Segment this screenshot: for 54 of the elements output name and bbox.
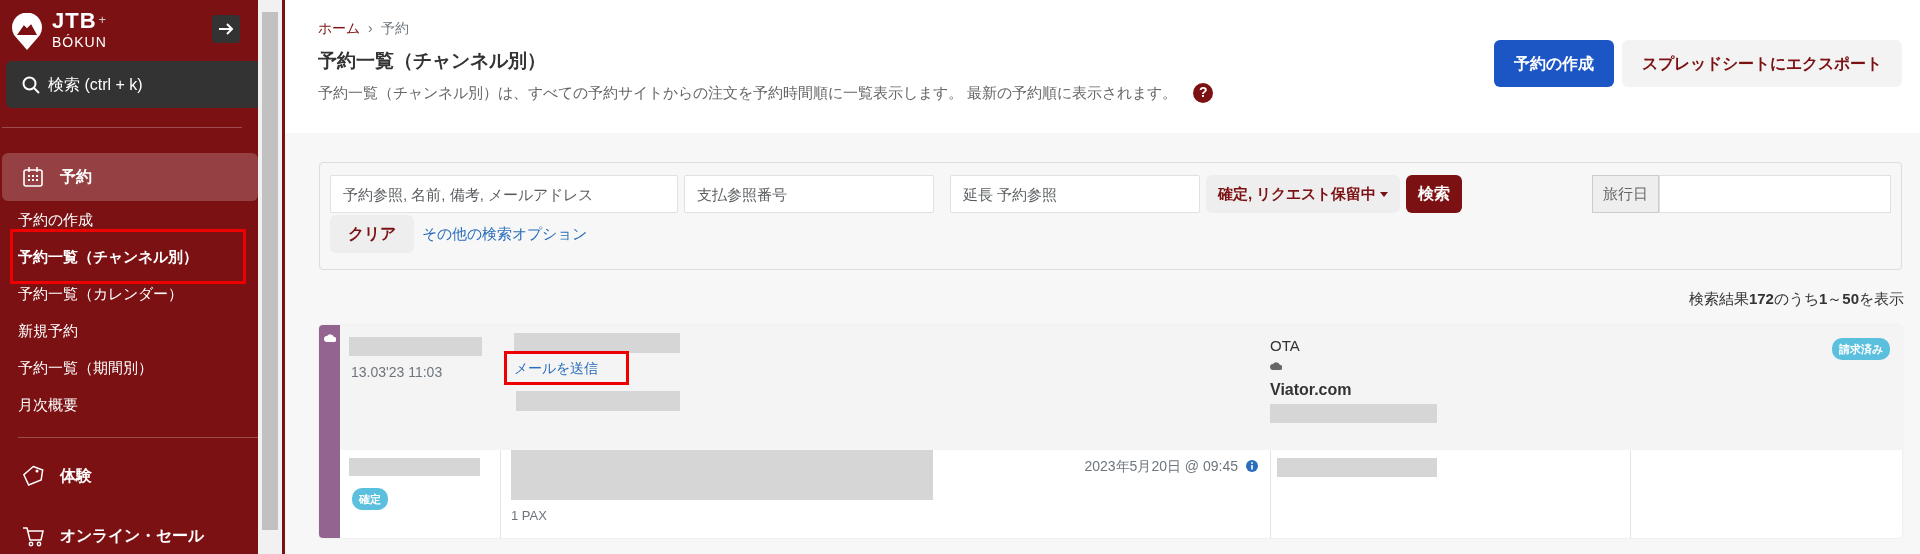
sidebar-group[interactable]: 体験 (2, 452, 258, 500)
send-mail-link[interactable]: メールを送信 (514, 359, 598, 376)
date-label: 旅行日 (1592, 175, 1659, 213)
sidebar-item[interactable]: 月次概要 (2, 386, 258, 423)
cart-icon (22, 525, 44, 547)
sidebar-group[interactable]: オンライン・セール (2, 512, 258, 554)
sidebar-item[interactable]: 新規予約 (2, 312, 258, 349)
payment-badge: 請求済み (1832, 337, 1890, 360)
breadcrumb-separator: › (368, 19, 373, 38)
info-icon (1246, 460, 1258, 472)
search-label: 検索 (ctrl + k) (48, 74, 143, 95)
calendar-icon (22, 166, 44, 188)
cloud-icon (323, 332, 336, 342)
status-dropdown[interactable]: 確定, リクエスト保留中 (1206, 175, 1401, 213)
logo-subtitle: BÓKUN (52, 33, 107, 52)
clear-button[interactable]: クリア (330, 215, 414, 253)
mountain-logo-icon (10, 12, 44, 51)
booking-date: 2023年5月20日 @ 09:45 (1084, 456, 1238, 476)
collapse-button[interactable] (212, 15, 240, 43)
group-label: オンライン・セール (60, 526, 204, 546)
group-label: 体験 (60, 466, 92, 486)
sidebar-item[interactable]: 予約一覧（カレンダー） (2, 275, 258, 312)
search-icon (22, 75, 40, 94)
search-input[interactable]: 支払参照番号 (684, 175, 934, 213)
group-label: 予約 (60, 167, 92, 187)
search-field[interactable]: 検索 (ctrl + k) (6, 61, 258, 108)
sidebar-item[interactable]: 予約の作成 (2, 201, 258, 238)
more-options-link[interactable]: その他の検索オプション (422, 222, 587, 246)
caret-icon (1380, 191, 1389, 197)
help-icon[interactable]: ? (1193, 82, 1214, 103)
channel-type: OTA (1270, 335, 1301, 356)
tag-icon (22, 465, 44, 487)
date-input[interactable] (1659, 175, 1891, 213)
export-button[interactable]: スプレッドシートにエクスポート (1622, 40, 1902, 87)
page-title: 予約一覧（チャンネル別） (318, 49, 547, 73)
results-summary: 検索結果172のうち1～50を表示 (1687, 289, 1904, 309)
sidebar-group[interactable]: 予約 (2, 153, 258, 201)
logo-wordmark: JTB (52, 10, 97, 32)
search-input[interactable]: 予約参照, 名前, 備考, メールアドレス (330, 175, 678, 213)
search-button[interactable]: 検索 (1406, 175, 1463, 213)
cloud-icon (1270, 361, 1282, 370)
logo-plus: + (98, 11, 107, 29)
pax-count: 1 PAX (511, 506, 548, 525)
page-description: 予約一覧（チャンネル別）は、すべての予約サイトからの注文を予約時間順に一覧表示します。 最新の予約順に表示されます。 (318, 82, 1178, 103)
breadcrumb-current: 予約 (380, 19, 409, 38)
status-badge: 確定 (352, 487, 388, 510)
sidebar-item[interactable]: 予約一覧（期間別） (2, 349, 258, 386)
sidebar-item[interactable]: 予約一覧（チャンネル別） (2, 238, 258, 275)
arrow-right-icon (218, 22, 234, 36)
breadcrumb-link[interactable]: ホーム (318, 18, 360, 39)
channel-name: Viator.com (1270, 380, 1353, 400)
create-booking-button[interactable]: 予約の作成 (1494, 40, 1614, 87)
created-date: 13.03'23 11:03 (351, 362, 444, 382)
search-input[interactable]: 延長 予約参照 (950, 175, 1200, 213)
